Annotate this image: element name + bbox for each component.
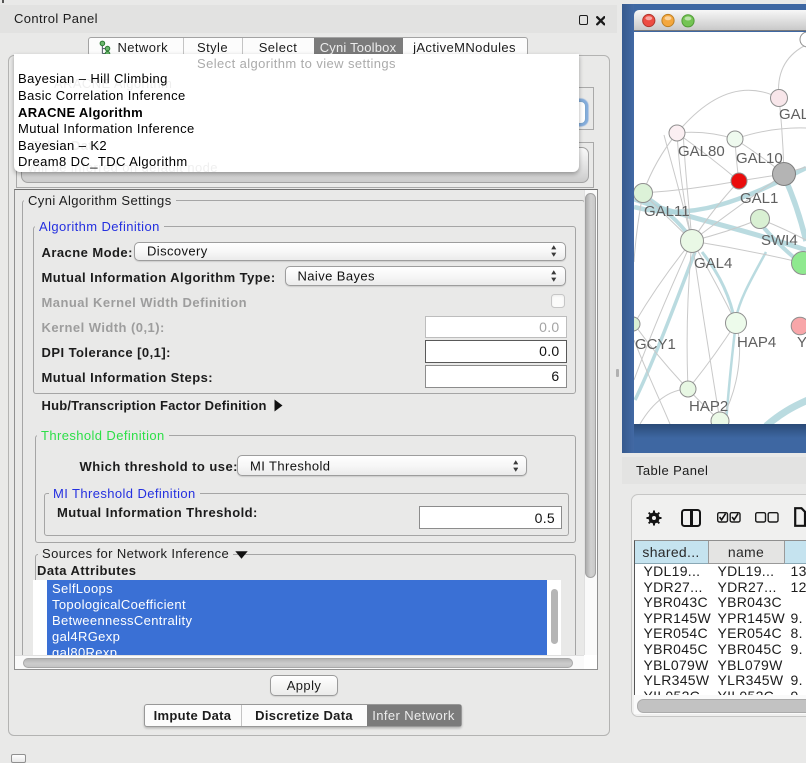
svg-text:HAP2: HAP2 (689, 398, 728, 415)
svg-text:SWI4: SWI4 (761, 232, 798, 249)
svg-text:Y: Y (797, 334, 806, 351)
svg-text:GAL11: GAL11 (644, 203, 690, 220)
svg-text:GAL1: GAL1 (740, 190, 778, 207)
svg-text:GAL80: GAL80 (678, 143, 725, 160)
svg-text:GAL: GAL (779, 106, 806, 123)
svg-text:GCY1: GCY1 (635, 336, 676, 353)
svg-text:GAL4: GAL4 (694, 255, 732, 272)
svg-text:GAL10: GAL10 (736, 150, 783, 167)
svg-text:HAP4: HAP4 (737, 334, 776, 351)
